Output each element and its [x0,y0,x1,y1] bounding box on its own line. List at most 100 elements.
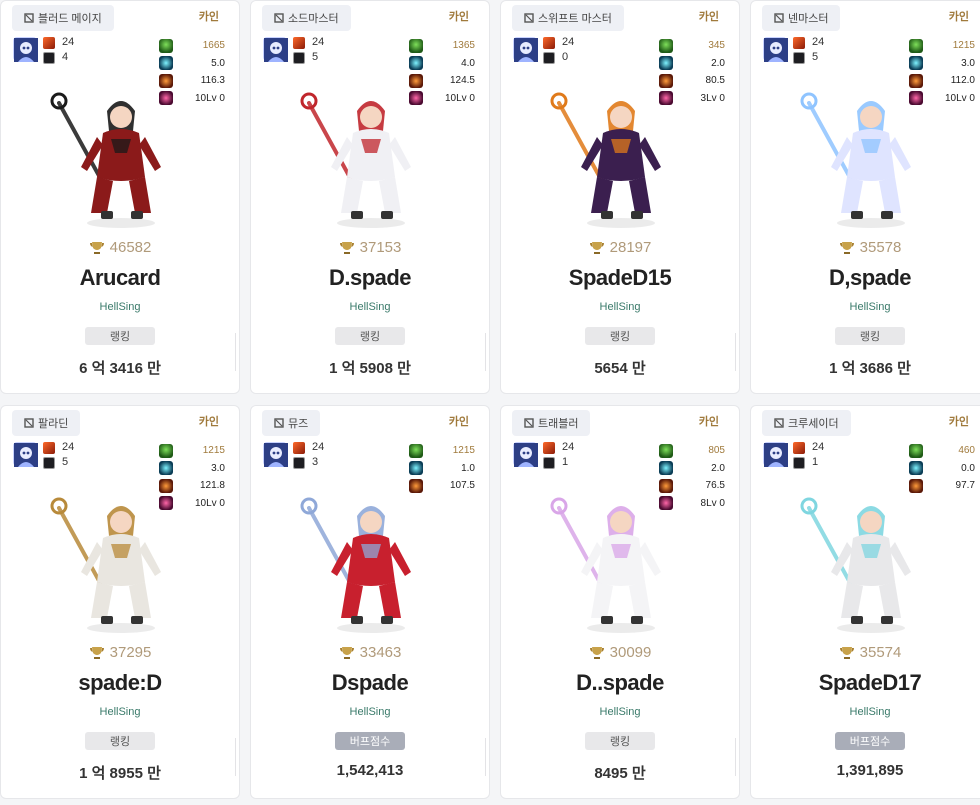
stat-row: 1665 [159,37,225,55]
job-class-badge: 넨마스터 [762,5,841,31]
guild-name[interactable]: HellSing [501,706,739,718]
buff-score-tag[interactable]: 버프점수 [835,732,905,750]
equipment-summary: 24 5 [13,441,74,472]
character-name[interactable]: D,spade [751,265,980,291]
guild-name[interactable]: HellSing [501,301,739,313]
character-card[interactable]: 넨마스터 카인 24 5 1215 3.0 112.0 10Lv 0 35578 D,spad… [750,0,980,394]
stat-value: 2.0 [711,462,725,474]
stat-value: 1215 [452,445,475,457]
combat-score: 37295 [1,644,239,661]
trophy-icon [589,241,605,255]
server-name: 카인 [948,11,969,23]
job-class-label: 블러드 메이지 [38,13,102,25]
job-class-icon [274,13,284,23]
ranking-tag[interactable]: 랭킹 [335,327,405,345]
speed-stat-icon [909,461,923,476]
character-card[interactable]: 스위프트 마스터 카인 24 0 345 2.0 80.5 3Lv 0 28197 Spade… [500,0,740,394]
stat-value: 1.0 [461,462,475,474]
guild-name[interactable]: HellSing [751,706,980,718]
stat-value: 805 [708,445,725,457]
score-value: 46582 [109,239,152,256]
character-name[interactable]: SpadeD15 [501,265,739,291]
nen-master-character[interactable] [791,73,951,233]
stat-value: 1215 [952,40,975,52]
stat-value: 116.3 [200,75,225,87]
server-name: 카인 [948,416,969,428]
character-card[interactable]: 블러드 메이지 카인 24 4 1665 5.0 116.3 10Lv 0 46582 Aru… [0,0,240,394]
score-value: 35574 [859,644,902,661]
damage-value: 5654 만 [594,360,646,377]
character-card[interactable]: 팔라딘 카인 24 5 1215 3.0 121.8 10Lv 0 37295 spade:D… [0,405,240,799]
divider [735,738,736,776]
combat-score: 28197 [501,239,739,256]
damage-value: 8495 만 [594,765,646,782]
buff-score-tag[interactable]: 버프점수 [335,732,405,750]
epic-item-icon [43,442,55,454]
character-card[interactable]: 소드마스터 카인 24 5 1365 4.0 124.5 10Lv 0 37153 D.spa… [250,0,490,394]
ranking-tag[interactable]: 랭킹 [85,327,155,345]
guild-name[interactable]: HellSing [1,301,239,313]
divider [735,333,736,371]
ranking-tag[interactable]: 랭킹 [585,327,655,345]
epic-item-count: 24 [312,441,325,453]
stat-value: 3.0 [211,462,225,474]
ranking-tag[interactable]: 랭킹 [585,732,655,750]
muse-character[interactable] [291,478,451,638]
stat-row: 1365 [409,37,475,55]
job-class-label: 넨마스터 [788,13,829,25]
server-name: 카인 [198,11,219,23]
character-card[interactable]: 크루세이더 카인 24 1 460 0.0 97.7 35574 SpadeD17 HellS… [750,405,980,799]
guild-name[interactable]: HellSing [1,706,239,718]
character-card[interactable]: 뮤즈 카인 24 3 1215 1.0 107.5 33463 Dspade HellSing… [250,405,490,799]
stat-row: 1215 [909,37,975,55]
divider [235,333,236,371]
crusader-character[interactable] [791,478,951,638]
stat-value: 124.5 [449,75,475,87]
score-value: 30099 [609,644,652,661]
job-class-icon [274,418,284,428]
job-class-icon [774,13,784,23]
job-class-badge: 스위프트 마스터 [512,5,624,31]
stat-row: 1.0 [409,460,475,478]
character-name[interactable]: spade:D [1,670,239,696]
swift-master-character[interactable] [541,73,701,233]
stat-row: 4.0 [409,55,475,73]
guild-name[interactable]: HellSing [251,301,489,313]
character-name[interactable]: Dspade [251,670,489,696]
job-class-label: 뮤즈 [288,418,309,430]
stat-value: 3.0 [961,57,975,69]
paladin-character[interactable] [41,478,201,638]
guild-name[interactable]: HellSing [751,301,980,313]
traveler-character[interactable] [541,478,701,638]
ranking-tag[interactable]: 랭킹 [85,732,155,750]
equipment-summary: 24 0 [513,36,575,67]
speed-stat-icon [409,461,423,476]
snowman-swordmaster-character[interactable] [291,73,451,233]
score-value: 33463 [359,644,402,661]
title-item-count: 5 [62,456,69,468]
stat-row: 0.0 [909,460,975,478]
score-value: 37295 [109,644,152,661]
creature-portrait-icon [763,442,788,467]
epic-item-icon [793,37,805,49]
guild-name[interactable]: HellSing [251,706,489,718]
character-name[interactable]: D..spade [501,670,739,696]
creature-portrait-icon [263,37,288,62]
character-name[interactable]: Arucard [1,265,239,291]
title-item-count: 4 [62,51,69,63]
epic-item-icon [43,37,55,49]
ranking-tag[interactable]: 랭킹 [835,327,905,345]
stat-value: 80.5 [705,75,725,87]
character-card[interactable]: 트래블러 카인 24 1 805 2.0 76.5 8Lv 0 30099 D..spade H… [500,405,740,799]
attack-stat-icon [659,443,673,458]
stat-row: 460 [909,442,975,460]
epic-item-count: 24 [562,36,575,48]
character-name[interactable]: SpadeD17 [751,670,980,696]
blood-mage-character[interactable] [41,73,201,233]
character-name[interactable]: D.spade [251,265,489,291]
creature-portrait-icon [513,37,538,62]
stat-value: 5.0 [211,57,225,69]
score-value: 35578 [859,239,902,256]
title-item-icon [43,457,55,469]
stat-row: 805 [659,442,725,460]
